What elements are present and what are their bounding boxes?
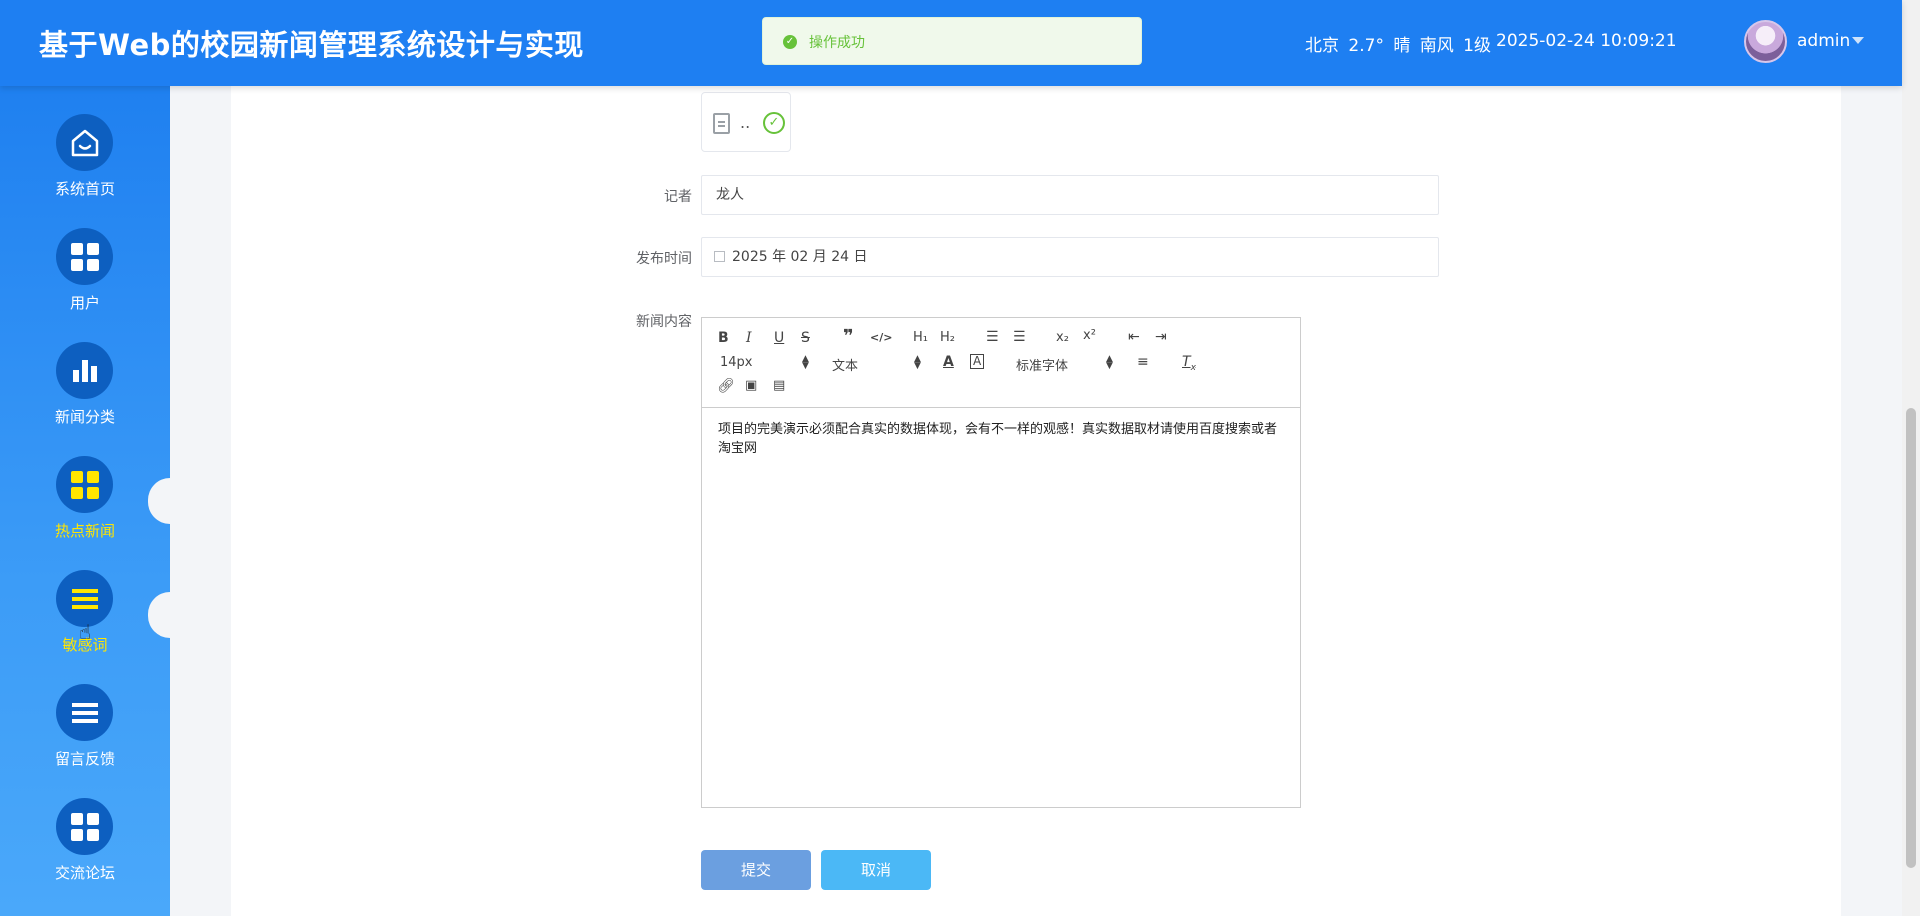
weather-info: 北京 2.7° 晴 南风 1级 [1305, 36, 1491, 56]
ordered-list-icon[interactable]: ☰ [986, 329, 999, 345]
sidebar-item-forum[interactable]: 交流论坛 [0, 798, 170, 902]
grid-icon [56, 228, 113, 285]
username-menu[interactable]: admin [1797, 31, 1850, 51]
bar-chart-icon [56, 342, 113, 399]
sidebar-item-users[interactable]: 用户 [0, 228, 170, 332]
video-icon[interactable]: ▤ [773, 378, 785, 394]
current-datetime: 2025-02-24 10:09:21 [1496, 31, 1677, 51]
top-header: 基于Web的校园新闻管理系统设计与实现 ✓ 操作成功 北京 2.7° 晴 南风 … [0, 0, 1902, 86]
page-scrollbar[interactable] [1902, 0, 1920, 916]
header-select-value: 文本 [832, 359, 859, 374]
font-family-value: 标准字体 [1016, 359, 1069, 374]
select-arrows-icon: ▲ ▼ [802, 354, 809, 371]
app-title: 基于Web的校园新闻管理系统设计与实现 [39, 28, 584, 62]
sidebar: 系统首页 用户 新闻分类 热点新闻 敏感词 留言反馈 交流论坛 [0, 86, 170, 916]
rich-text-editor: B I U S ❞ </> H₁ H₂ ☰ ☰ x₂ x² ⇤ ⇥ 14px ▲… [701, 317, 1301, 808]
grid-icon [56, 798, 113, 855]
image-icon[interactable]: ▣ [745, 378, 757, 394]
toast-message: 操作成功 [809, 35, 865, 51]
publish-time-label: 发布时间 [636, 251, 692, 267]
font-color-icon[interactable]: A [943, 354, 954, 370]
align-icon[interactable]: ≡ [1137, 354, 1149, 370]
font-size-value: 14px [720, 355, 753, 370]
strikethrough-icon[interactable]: S [801, 330, 810, 346]
publish-date-value: 2025 年 02 月 24 日 [732, 249, 868, 265]
home-icon [56, 114, 113, 171]
header-select[interactable]: 文本 ▲ ▼ [832, 354, 921, 375]
sidebar-item-label: 用户 [69, 294, 100, 312]
calendar-icon [714, 251, 725, 262]
check-circle-icon: ✓ [783, 35, 797, 49]
submit-button[interactable]: 提交 [701, 850, 811, 890]
superscript-icon[interactable]: x² [1083, 328, 1096, 344]
editor-toolbar: B I U S ❞ </> H₁ H₂ ☰ ☰ x₂ x² ⇤ ⇥ 14px ▲… [702, 318, 1300, 408]
sidebar-item-label: 留言反馈 [54, 750, 115, 768]
blockquote-icon[interactable]: ❞ [843, 328, 854, 346]
sidebar-item-hot-news[interactable]: 热点新闻 [0, 456, 170, 560]
outdent-icon[interactable]: ⇤ [1128, 329, 1140, 345]
font-size-select[interactable]: 14px ▲ ▼ [720, 354, 809, 371]
caret-down-icon[interactable] [1852, 37, 1864, 44]
sidebar-item-label: 热点新闻 [54, 522, 115, 540]
bullet-list-icon[interactable]: ☰ [1013, 329, 1026, 345]
code-block-icon[interactable]: </> [870, 330, 892, 346]
list-icon [56, 684, 113, 741]
content-label: 新闻内容 [636, 314, 692, 330]
sidebar-item-label: 新闻分类 [54, 408, 115, 426]
italic-icon[interactable]: I [746, 330, 752, 346]
sidebar-item-home[interactable]: 系统首页 [0, 114, 170, 218]
check-circle-icon: ✓ [763, 112, 785, 134]
bold-icon[interactable]: B [718, 330, 729, 346]
clear-format-icon[interactable]: Tx [1182, 354, 1196, 376]
sidebar-item-label: 系统首页 [54, 180, 115, 198]
heading2-icon[interactable]: H₂ [940, 330, 955, 346]
select-arrows-icon: ▲ ▼ [914, 354, 921, 371]
reporter-label: 记者 [664, 189, 692, 205]
link-icon[interactable]: 🔗︎ [717, 378, 735, 394]
subscript-icon[interactable]: x₂ [1056, 330, 1069, 346]
success-toast: ✓ 操作成功 [762, 17, 1142, 65]
document-icon [713, 113, 730, 134]
scrollbar-thumb[interactable] [1906, 408, 1916, 868]
indent-icon[interactable]: ⇥ [1155, 329, 1167, 345]
publish-date-picker[interactable]: 2025 年 02 月 24 日 [701, 237, 1439, 277]
avatar[interactable] [1744, 20, 1787, 63]
underline-icon[interactable]: U [774, 330, 784, 346]
sidebar-item-label: 交流论坛 [54, 864, 115, 882]
pointer-cursor-icon: ☝ [79, 620, 92, 644]
reporter-input[interactable]: 龙人 [701, 175, 1439, 215]
list-icon [56, 570, 113, 627]
grid-icon [56, 456, 113, 513]
cancel-button[interactable]: 取消 [821, 850, 931, 890]
uploaded-file[interactable]: .. ✓ [701, 92, 791, 152]
heading1-icon[interactable]: H₁ [913, 330, 928, 346]
editor-content[interactable]: 项目的完美演示必须配合真实的数据体现，会有不一样的观感！真实数据取材请使用百度搜… [718, 420, 1288, 458]
sidebar-item-news-category[interactable]: 新闻分类 [0, 342, 170, 446]
select-arrows-icon: ▲ ▼ [1106, 354, 1113, 371]
font-family-select[interactable]: 标准字体 ▲ ▼ [1016, 354, 1113, 375]
file-name: .. [740, 113, 751, 132]
background-color-icon[interactable]: A [970, 354, 985, 369]
sidebar-item-feedback[interactable]: 留言反馈 [0, 684, 170, 788]
